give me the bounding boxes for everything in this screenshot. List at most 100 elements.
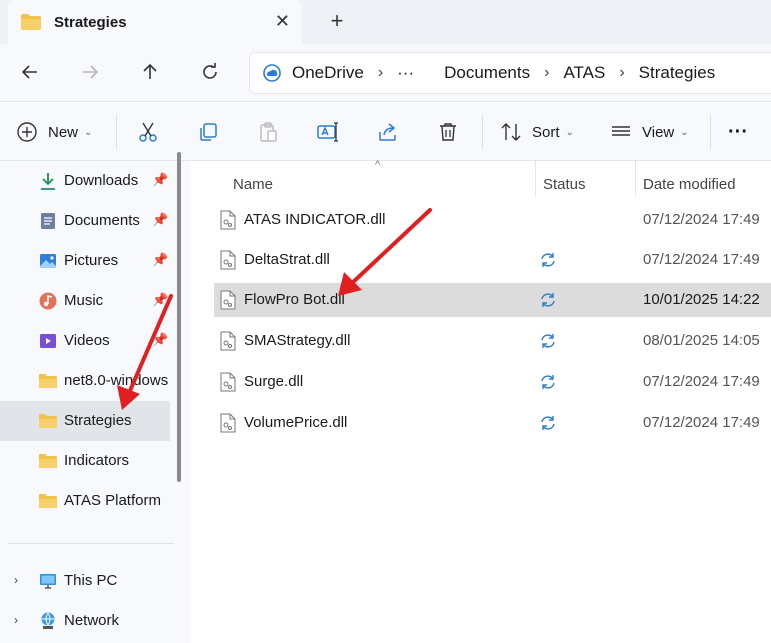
share-button[interactable] xyxy=(377,117,399,147)
file-row[interactable]: FlowPro Bot.dll 10/01/2025 14:22 xyxy=(214,283,771,317)
file-date: 07/12/2024 17:49 xyxy=(643,414,760,431)
dll-file-icon xyxy=(220,210,236,230)
file-row[interactable]: SMAStrategy.dll 08/01/2025 14:05 xyxy=(214,324,771,358)
file-name: DeltaStrat.dll xyxy=(244,251,330,268)
navigation-pane: Downloads 📌 Documents 📌 Pictures 📌 Music… xyxy=(0,161,190,643)
rename-button[interactable] xyxy=(316,117,340,147)
plus-icon[interactable]: + xyxy=(326,8,348,34)
sidebar-item-network[interactable]: › Network xyxy=(0,601,170,641)
sidebar-item-label: This PC xyxy=(64,572,118,589)
column-divider[interactable] xyxy=(535,161,536,197)
forward-arrow-icon[interactable] xyxy=(76,58,104,86)
download-icon xyxy=(41,173,55,190)
column-divider[interactable] xyxy=(635,161,636,197)
file-name: ATAS INDICATOR.dll xyxy=(244,211,386,228)
sort-button[interactable]: Sort ⌄ xyxy=(500,117,574,147)
column-header-date-modified[interactable]: Date modified xyxy=(643,167,736,201)
new-label: New xyxy=(48,123,79,141)
paste-button[interactable] xyxy=(257,117,279,147)
sidebar-item-music[interactable]: Music 📌 xyxy=(0,281,170,321)
divider xyxy=(710,115,711,149)
file-row[interactable]: ATAS INDICATOR.dll 07/12/2024 17:49 xyxy=(214,203,771,237)
cut-icon xyxy=(139,122,157,142)
view-button[interactable]: View ⌄ xyxy=(610,117,689,147)
refresh-icon[interactable] xyxy=(196,58,224,86)
pin-icon[interactable]: 📌 xyxy=(152,292,168,308)
column-header-name[interactable]: Name xyxy=(233,167,273,201)
sidebar-item-indicators[interactable]: Indicators xyxy=(0,441,170,481)
sidebar-scrollbar[interactable] xyxy=(177,152,181,482)
file-name: SMAStrategy.dll xyxy=(244,332,351,349)
sidebar-item-label: net8.0-windows xyxy=(64,372,169,389)
address-bar[interactable]: OneDrive › ··· Documents › ATAS › Strate… xyxy=(249,52,771,94)
sidebar-item-this-pc[interactable]: › This PC xyxy=(0,561,170,601)
sidebar-item-strategies[interactable]: Strategies xyxy=(0,401,170,441)
divider xyxy=(116,115,117,149)
pin-icon[interactable]: 📌 xyxy=(152,252,168,268)
folder-icon xyxy=(39,414,57,428)
sync-icon xyxy=(541,293,555,307)
breadcrumb-separator: › xyxy=(377,64,384,81)
file-name: Surge.dll xyxy=(244,373,304,390)
delete-icon xyxy=(440,123,456,141)
delete-button[interactable] xyxy=(437,117,459,147)
close-icon[interactable]: ✕ xyxy=(275,11,290,32)
dll-file-icon xyxy=(220,331,236,351)
pin-icon[interactable]: 📌 xyxy=(152,212,168,228)
sidebar-item-net8-windows[interactable]: net8.0-windows xyxy=(0,361,170,401)
file-date: 10/01/2025 14:22 xyxy=(643,291,760,308)
file-date: 07/12/2024 17:49 xyxy=(643,251,760,268)
sidebar-item-atas-platform[interactable]: ATAS Platform xyxy=(0,481,170,521)
breadcrumb-separator: › xyxy=(619,64,625,81)
view-list-icon xyxy=(612,126,630,136)
new-button[interactable]: New ⌄ xyxy=(16,117,92,147)
file-date: 07/12/2024 17:49 xyxy=(643,373,760,390)
view-label: View xyxy=(642,123,675,141)
breadcrumb-onedrive[interactable]: OneDrive xyxy=(292,63,364,83)
sidebar-item-downloads[interactable]: Downloads 📌 xyxy=(0,161,170,201)
sidebar-item-documents[interactable]: Documents 📌 xyxy=(0,201,170,241)
documents-icon xyxy=(41,213,55,229)
more-options-button[interactable]: ··· xyxy=(728,117,748,147)
dll-file-icon xyxy=(220,250,236,270)
column-header-status[interactable]: Status xyxy=(543,167,586,201)
breadcrumb-strategies[interactable]: Strategies xyxy=(639,63,716,83)
up-arrow-icon[interactable] xyxy=(136,58,164,86)
dll-file-icon xyxy=(220,372,236,392)
sidebar-item-label: Indicators xyxy=(64,452,130,469)
sidebar-item-pictures[interactable]: Pictures 📌 xyxy=(0,241,170,281)
folder-icon xyxy=(39,374,57,388)
address-row: OneDrive › ··· Documents › ATAS › Strate… xyxy=(0,44,771,102)
tab-bar: Strategies ✕ + xyxy=(0,0,771,44)
sidebar-divider xyxy=(8,543,174,544)
divider xyxy=(482,115,483,149)
pin-icon[interactable]: 📌 xyxy=(152,332,168,348)
breadcrumb-documents[interactable]: Documents xyxy=(444,63,530,83)
chevron-down-icon: ⌄ xyxy=(680,126,689,138)
file-name: FlowPro Bot.dll xyxy=(244,291,345,308)
sync-icon xyxy=(541,375,555,389)
chevron-right-icon[interactable]: › xyxy=(14,573,18,587)
copy-button[interactable] xyxy=(197,117,219,147)
back-arrow-icon[interactable] xyxy=(16,58,44,86)
chevron-right-icon[interactable]: › xyxy=(14,613,18,627)
file-row[interactable]: Surge.dll 07/12/2024 17:49 xyxy=(214,365,771,399)
file-list: ^ Name Status Date modified ATAS INDICAT… xyxy=(192,159,771,643)
sort-icon xyxy=(501,123,521,141)
file-row[interactable]: DeltaStrat.dll 07/12/2024 17:49 xyxy=(214,243,771,277)
tab-title: Strategies xyxy=(54,13,127,31)
breadcrumb-overflow[interactable]: ··· xyxy=(397,63,414,83)
tab-strategies[interactable]: Strategies ✕ xyxy=(8,0,302,44)
sidebar-item-videos[interactable]: Videos 📌 xyxy=(0,321,170,361)
file-row[interactable]: VolumePrice.dll 07/12/2024 17:49 xyxy=(214,406,771,440)
chevron-down-icon: ⌄ xyxy=(565,126,574,138)
cut-button[interactable] xyxy=(137,117,159,147)
videos-icon xyxy=(40,334,56,348)
copy-icon xyxy=(200,123,217,141)
sync-icon xyxy=(541,334,555,348)
breadcrumb-atas[interactable]: ATAS xyxy=(563,63,605,83)
network-icon xyxy=(41,612,55,629)
pin-icon[interactable]: 📌 xyxy=(152,172,168,188)
folder-icon xyxy=(39,494,57,508)
plus-circle-icon xyxy=(17,122,37,142)
